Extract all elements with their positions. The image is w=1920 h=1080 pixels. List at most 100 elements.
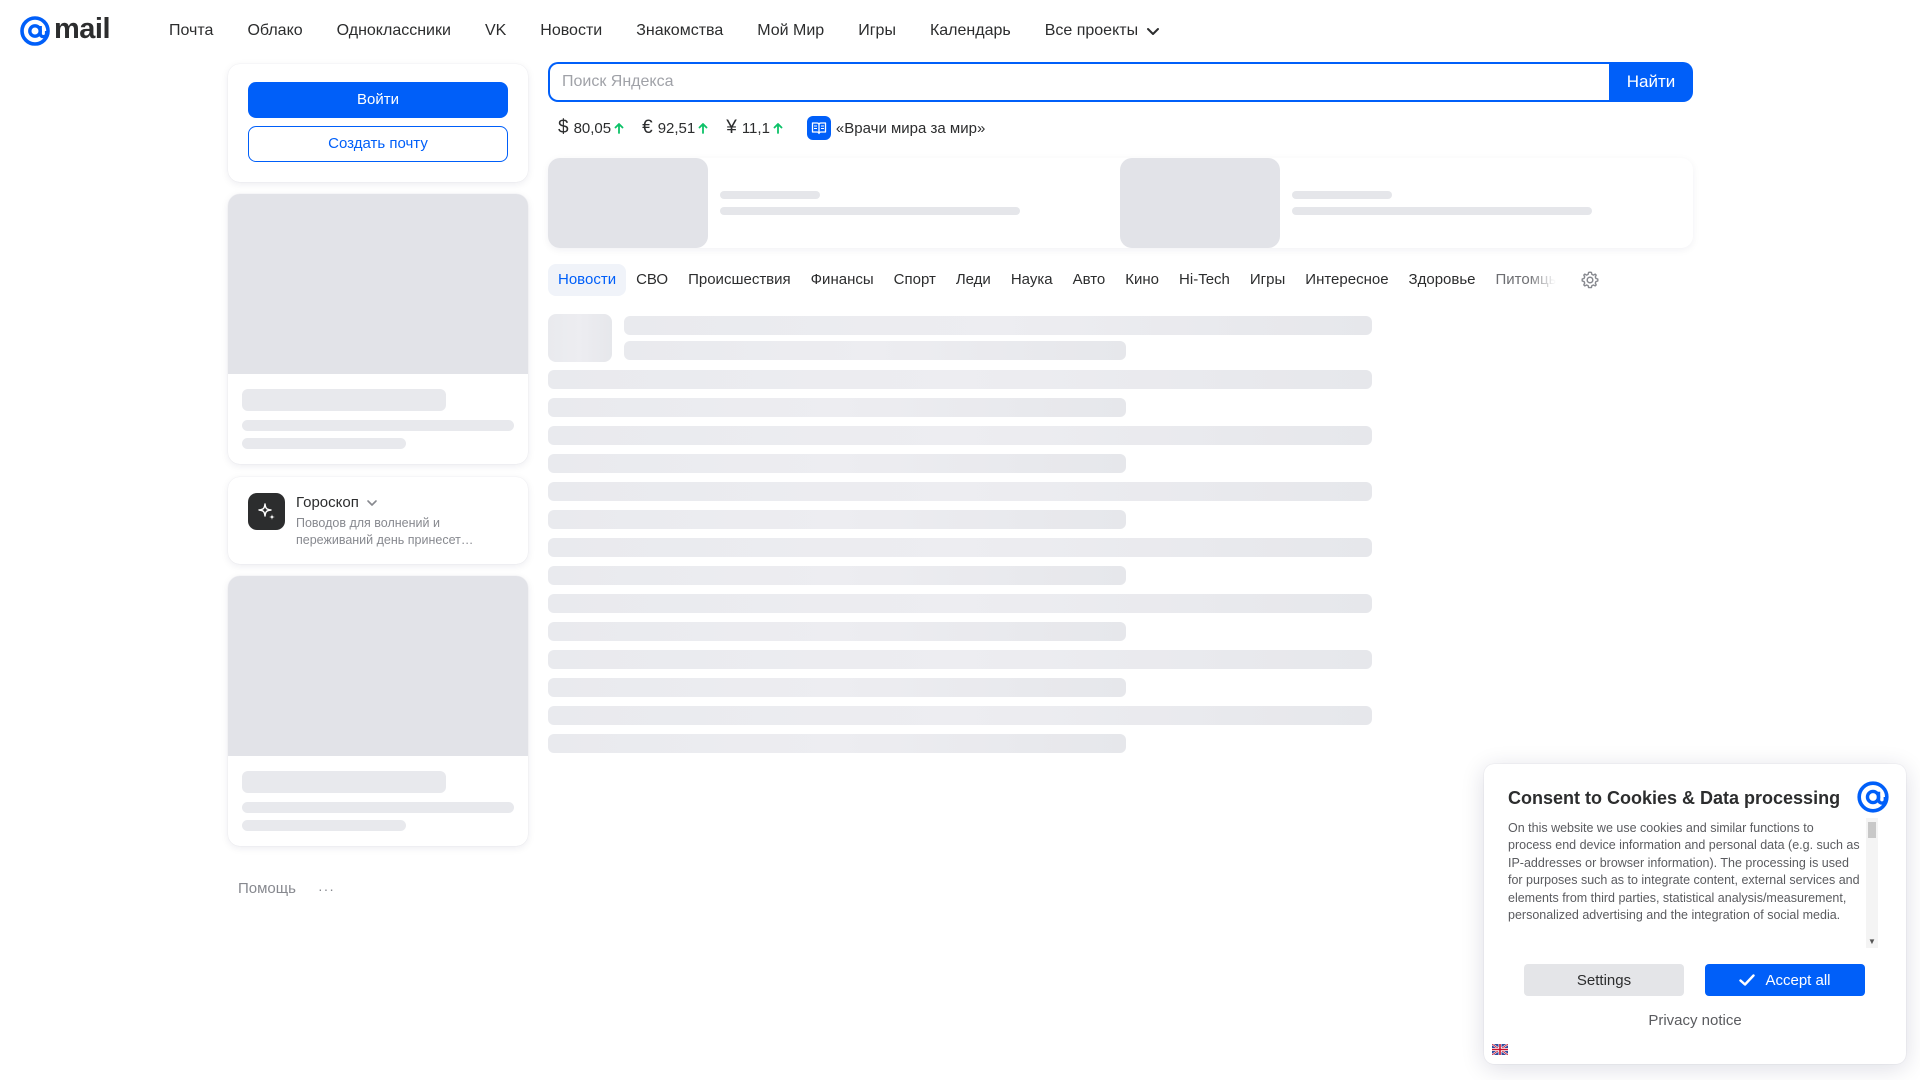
help-link[interactable]: Помощь [238,880,296,897]
login-button[interactable]: Войти [248,82,508,118]
loading-line [548,706,1372,725]
horoscope-title-text: Гороскоп [296,494,359,511]
rate-eur[interactable]: € 92,51 [642,117,708,139]
loading-line [242,389,446,411]
tab-svo[interactable]: СВО [626,264,678,296]
currency-symbol: € [642,117,653,138]
book-icon [806,116,831,140]
loading-line [548,538,1372,557]
accept-all-button[interactable]: Accept all [1705,964,1865,996]
loading-widget [548,158,1693,248]
logo-text: mail [54,12,111,45]
consent-text: On this website we use cookies and simil… [1508,821,1860,923]
footer-links: Помощь ··· [238,880,335,897]
search-button[interactable]: Найти [1609,62,1693,102]
tab-finance[interactable]: Финансы [801,264,884,296]
nav-link-dating[interactable]: Знакомства [636,22,723,40]
flag-icon[interactable] [1492,1044,1508,1055]
consent-settings-button[interactable]: Settings [1524,964,1684,996]
rate-value: 80,05 [573,119,612,137]
promo-link[interactable]: «Врачи мира за мир» [806,116,986,140]
nav-link-games[interactable]: Игры [858,22,896,40]
loading-line [548,594,1372,613]
create-mail-button[interactable]: Создать почту [248,126,508,162]
loading-line [720,191,820,199]
loading-card-2 [228,576,528,846]
nav-link-myworld[interactable]: Мой Мир [757,22,824,40]
horoscope-title[interactable]: Гороскоп [296,494,496,511]
tab-incidents[interactable]: Происшествия [678,264,801,296]
gear-icon[interactable] [1580,270,1600,290]
nav-link-vk[interactable]: VK [485,22,506,40]
loading-line [624,341,1126,360]
horoscope-card[interactable]: Гороскоп Поводов для волнений и пережива… [228,477,528,564]
currency-rates: $ 80,05 € 92,51 ¥ 11,1 «Врачи мира за ми… [558,116,985,140]
promo-text: «Врачи мира за мир» [835,119,986,137]
rate-value: 92,51 [657,119,696,137]
tab-hitech[interactable]: Hi-Tech [1169,264,1240,296]
tab-auto[interactable]: Авто [1063,264,1116,296]
loading-image [548,158,708,248]
loading-line [624,316,1372,335]
loading-line [1292,207,1592,215]
currency-symbol: ¥ [726,117,737,138]
arrow-up-icon [614,123,624,134]
arrow-up-icon [773,123,783,134]
loading-line [242,802,514,813]
loading-line [548,566,1126,585]
scroll-down-icon[interactable]: ▼ [1868,937,1876,946]
rate-usd[interactable]: $ 80,05 [558,117,624,139]
consent-title: Consent to Cookies & Data processing [1508,788,1841,808]
login-card: Войти Создать почту [228,64,528,182]
nav-link-cloud[interactable]: Облако [247,22,302,40]
tab-interesting[interactable]: Интересное [1295,264,1398,296]
sparkles-icon [248,493,285,530]
loading-line [548,482,1372,501]
mail-logo[interactable]: mail [19,12,111,48]
rate-cny[interactable]: ¥ 11,1 [726,117,783,139]
loading-line [548,650,1372,669]
tab-sport[interactable]: Спорт [884,264,946,296]
loading-line [548,734,1126,753]
loading-image [228,194,528,374]
search-form: Найти [548,62,1693,102]
nav-link-ok[interactable]: Одноклассники [337,22,451,40]
loading-line [242,820,406,831]
at-sign-icon [1857,781,1889,813]
loading-thumb [548,314,612,362]
all-projects-dropdown[interactable]: Все проекты [1045,22,1160,40]
tab-news[interactable]: Новости [548,264,627,296]
tab-pets[interactable]: Питомцы [1486,264,1556,296]
tab-lady[interactable]: Леди [946,264,1001,296]
tab-science[interactable]: Наука [1001,264,1063,296]
currency-symbol: $ [558,117,569,138]
nav-link-calendar[interactable]: Календарь [930,22,1011,40]
loading-image [228,576,528,756]
nav-link-mail[interactable]: Почта [169,22,213,40]
projects-menu: Почта Облако Одноклассники VK Новости Зн… [169,18,1160,44]
loading-line [548,398,1126,417]
tab-games[interactable]: Игры [1240,264,1295,296]
loading-line [548,510,1126,529]
loading-line [548,426,1372,445]
rate-value: 11,1 [741,119,770,137]
tab-health[interactable]: Здоровье [1399,264,1486,296]
at-sign-icon [20,16,50,46]
nav-link-news[interactable]: Новости [540,22,602,40]
more-menu-button[interactable]: ··· [318,881,335,897]
horoscope-text: Поводов для волнений и переживаний день … [296,516,474,547]
cookie-consent-dialog: Consent to Cookies & Data processing On … [1484,764,1906,1064]
privacy-notice-link[interactable]: Privacy notice [1484,1012,1906,1029]
tab-cinema[interactable]: Кино [1115,264,1169,296]
chevron-down-icon [1147,28,1160,35]
loading-line [242,771,446,793]
chevron-down-icon [367,499,377,506]
arrow-up-icon [698,123,708,134]
loading-card-1 [228,194,528,464]
search-input[interactable] [548,62,1609,102]
scrollbar-thumb[interactable] [1868,822,1876,838]
check-icon [1739,974,1756,986]
news-tabs: Новости СВО Происшествия Финансы Спорт Л… [548,264,1558,296]
consent-scrollbar[interactable]: ▼ [1866,818,1878,948]
loading-line [1292,191,1392,199]
